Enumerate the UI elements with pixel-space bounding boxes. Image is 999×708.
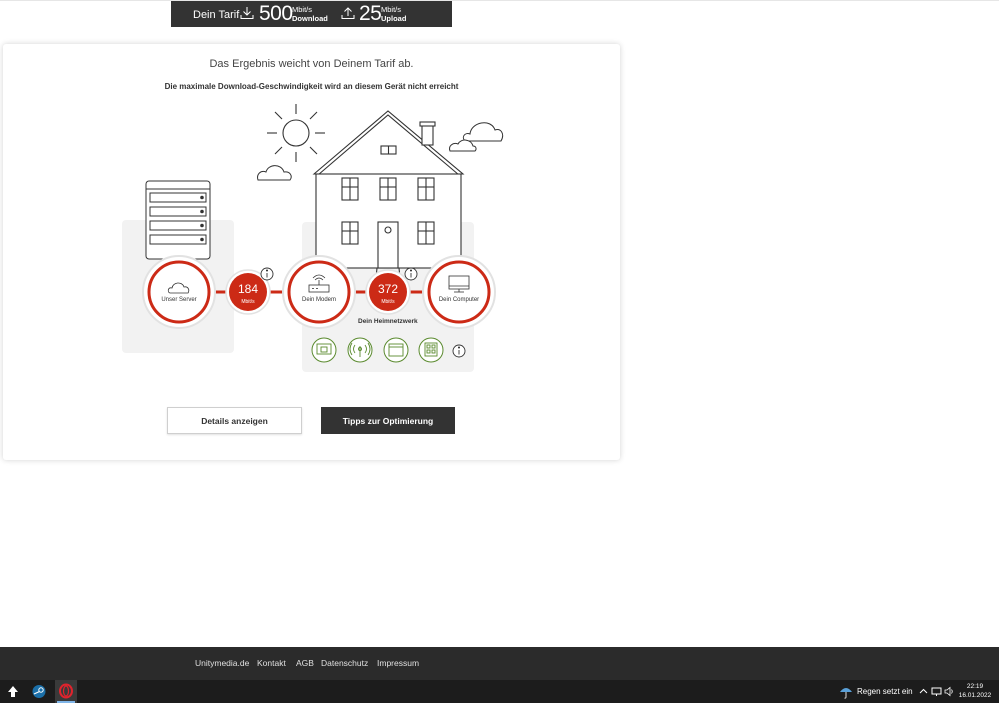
app-icon: [8, 686, 18, 697]
network-icon[interactable]: [931, 686, 942, 697]
speed-unit-1: Mbit/s: [241, 299, 255, 305]
speed-unit-2: Mbit/s: [381, 299, 395, 305]
footer-link-impressum[interactable]: Impressum: [377, 658, 419, 668]
network-illustration: [122, 104, 504, 372]
taskbar: Regen setzt ein 22:19 16.01.2022: [0, 680, 999, 703]
footer: Unitymedia.de Kontakt AGB Datenschutz Im…: [0, 647, 999, 680]
lan-device-icon: [311, 337, 337, 363]
info-icon: [260, 267, 274, 281]
volume-icon[interactable]: [944, 686, 955, 697]
clock-date: 16.01.2022: [958, 692, 992, 699]
computer-node: [422, 255, 496, 329]
top-divider: [0, 0, 999, 1]
tariff-bar: Dein Tarif 500 Mbit/s Download 25 Mbit/s U…: [171, 1, 452, 27]
info-icon: [452, 344, 466, 358]
taskbar-steam[interactable]: [28, 680, 50, 703]
taskbar-opera[interactable]: [55, 680, 77, 703]
info-icon: [404, 267, 418, 281]
clock-time: 22:19: [966, 683, 984, 690]
steam-icon: [32, 685, 46, 698]
footer-link-unitymedia[interactable]: Unitymedia.de: [195, 658, 249, 668]
details-button[interactable]: Details anzeigen: [167, 407, 302, 434]
sun-icon: [267, 104, 325, 162]
speed-value-2: 372: [377, 282, 399, 296]
server-rack-icon: [145, 180, 211, 260]
umbrella-icon: [840, 688, 852, 699]
tariff-upload-unit: Mbit/s Upload: [381, 5, 407, 23]
taskbar-app-1[interactable]: [2, 680, 24, 703]
tariff-upload-value: 25: [359, 2, 382, 25]
cloud-left-icon: [257, 165, 292, 181]
speed-value-1: 184: [237, 282, 259, 296]
house-icon: [312, 110, 465, 279]
system-clock[interactable]: 22:19 16.01.2022: [955, 682, 995, 700]
result-card: Das Ergebnis weicht von Deinem Tarif ab.…: [3, 44, 620, 460]
cloud-right-small-icon: [449, 139, 477, 152]
opera-icon: [59, 683, 73, 699]
modem-node: [282, 255, 356, 329]
tariff-download-value: 500: [259, 2, 293, 25]
modem-label: Dein Modem: [301, 297, 336, 303]
weather-text[interactable]: Regen setzt ein: [857, 687, 913, 696]
tariff-label: Dein Tarif: [193, 9, 240, 21]
server-label: Unser Server: [161, 297, 197, 303]
tariff-download-unit: Mbit/s Download: [292, 5, 328, 23]
home-network-label: Dein Heimnetzwerk: [358, 318, 418, 325]
chevron-up-icon[interactable]: [919, 687, 928, 696]
upload-icon: [341, 7, 355, 19]
footer-link-kontakt[interactable]: Kontakt: [257, 658, 286, 668]
footer-link-agb[interactable]: AGB: [296, 658, 314, 668]
cloud-right-icon: [462, 122, 504, 142]
browser-icon: [383, 337, 409, 363]
network-hub-icon: [418, 337, 444, 363]
tips-button[interactable]: Tipps zur Optimierung: [321, 407, 455, 434]
server-node: [142, 255, 216, 329]
download-icon: [240, 7, 254, 19]
footer-link-datenschutz[interactable]: Datenschutz: [321, 658, 368, 668]
computer-label: Dein Computer: [438, 297, 480, 303]
